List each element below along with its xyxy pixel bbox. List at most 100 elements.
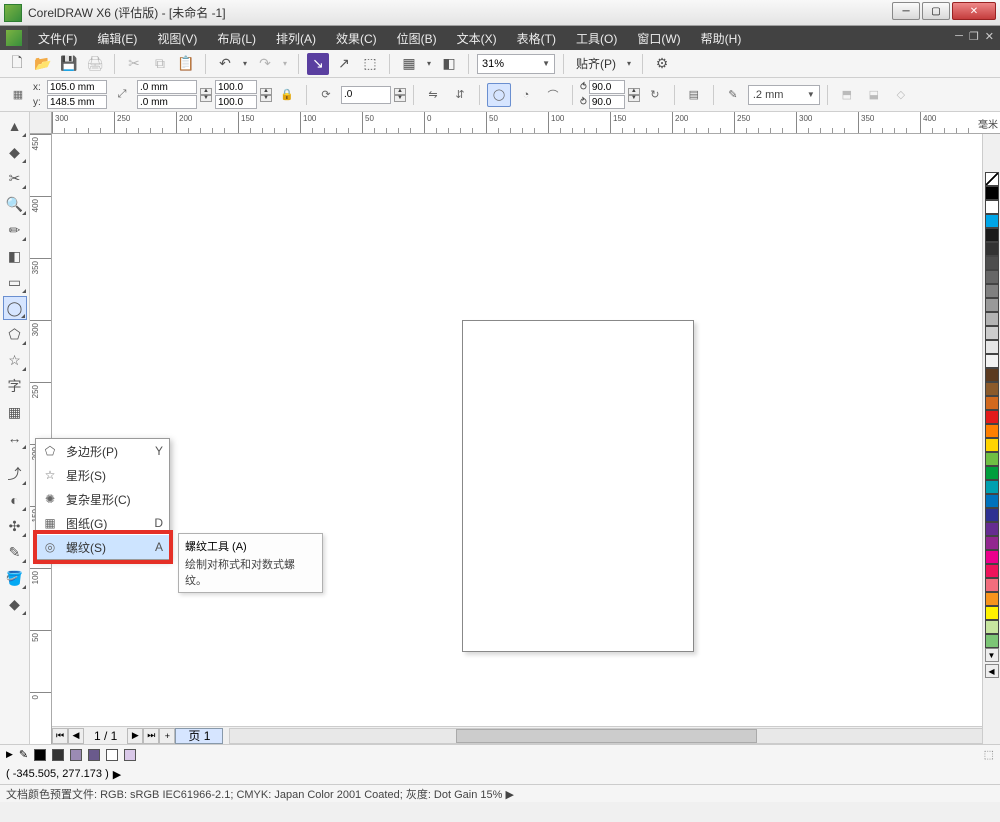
y-input[interactable]	[47, 95, 107, 109]
interactive-fill-tool[interactable]: ◆	[3, 592, 27, 616]
table-tool[interactable]: ▦	[3, 400, 27, 424]
color-swatch[interactable]	[985, 326, 999, 340]
color-swatch[interactable]	[985, 536, 999, 550]
open-button[interactable]: 📂	[32, 53, 54, 75]
add-page-button[interactable]: +	[159, 728, 175, 744]
flyout-complex-star[interactable]: ✺复杂星形(C)	[36, 487, 169, 511]
mirror-h-button[interactable]: ⇋	[421, 83, 445, 107]
export-button[interactable]: ↗	[333, 53, 355, 75]
fill-tool[interactable]: 🪣	[3, 566, 27, 590]
mdi-close[interactable]: ✕	[985, 30, 994, 43]
color-swatch[interactable]	[985, 480, 999, 494]
prev-page-button[interactable]: ◀	[68, 728, 84, 744]
color-swatch[interactable]	[985, 368, 999, 382]
color-swatch[interactable]	[985, 508, 999, 522]
to-back-button[interactable]: ⬓	[862, 83, 886, 107]
copy-button[interactable]: ⧉	[149, 53, 171, 75]
canvas[interactable]	[52, 134, 1000, 722]
menu-help[interactable]: 帮助(H)	[691, 26, 752, 50]
polygon-tool[interactable]: ⬠	[3, 322, 27, 346]
color-swatch[interactable]	[985, 592, 999, 606]
ruler-horizontal[interactable]: 毫米 3002502001501005005010015020025030035…	[52, 112, 1000, 134]
flyout-star[interactable]: ☆星形(S)	[36, 463, 169, 487]
color-swatch[interactable]	[985, 312, 999, 326]
text-tool[interactable]: 字	[3, 374, 27, 398]
edit-icon[interactable]: ✎	[19, 748, 28, 761]
color-swatch[interactable]	[985, 550, 999, 564]
app-menu-icon[interactable]	[0, 26, 28, 50]
menu-table[interactable]: 表格(T)	[507, 26, 566, 50]
flyout-polygon[interactable]: ⬠多边形(P)Y	[36, 439, 169, 463]
lock-ratio-button[interactable]: 🔒	[275, 83, 299, 107]
menu-bitmap[interactable]: 位图(B)	[387, 26, 447, 50]
undo-button[interactable]: ↶	[214, 53, 236, 75]
outline-width-combo[interactable]: .2 mm▼	[748, 85, 820, 105]
menu-effects[interactable]: 效果(C)	[326, 26, 387, 50]
convert-curves-button[interactable]: ◇	[889, 83, 913, 107]
dimension-tool[interactable]: ↔	[3, 426, 27, 450]
menu-text[interactable]: 文本(X)	[447, 26, 507, 50]
ruler-corner[interactable]	[30, 112, 52, 134]
to-front-button[interactable]: ⬒	[835, 83, 859, 107]
new-button[interactable]: 🗋	[6, 53, 28, 75]
app-launcher-dropdown[interactable]: ▾	[424, 53, 434, 75]
undo-dropdown[interactable]: ▾	[240, 53, 250, 75]
arc-button[interactable]: ⌒	[541, 83, 565, 107]
color-swatch[interactable]	[985, 634, 999, 648]
close-button[interactable]: ✕	[952, 2, 996, 20]
pie-button[interactable]: ◔	[514, 83, 538, 107]
maximize-button[interactable]: ▢	[922, 2, 950, 20]
mini-swatch[interactable]	[88, 749, 100, 761]
interactive-tool[interactable]: ◐	[3, 488, 27, 512]
color-swatch[interactable]	[985, 578, 999, 592]
mini-swatch[interactable]	[106, 749, 118, 761]
options-button[interactable]: ⚙	[651, 53, 673, 75]
menu-edit[interactable]: 编辑(E)	[87, 26, 147, 50]
paste-button[interactable]: 📋	[175, 53, 197, 75]
wrap-text-button[interactable]: ▤	[682, 83, 706, 107]
crop-tool[interactable]: ✂	[3, 166, 27, 190]
menu-tools[interactable]: 工具(O)	[566, 26, 627, 50]
color-swatch[interactable]	[985, 214, 999, 228]
mini-swatch[interactable]	[52, 749, 64, 761]
scale-x-input[interactable]	[215, 80, 257, 94]
minimize-button[interactable]: ─	[892, 2, 920, 20]
color-swatch[interactable]	[985, 466, 999, 480]
save-button[interactable]: 💾	[58, 53, 80, 75]
snap-dropdown[interactable]: ▾	[624, 53, 634, 75]
color-swatch[interactable]	[985, 606, 999, 620]
mirror-v-button[interactable]: ⇵	[448, 83, 472, 107]
cut-button[interactable]: ✂	[123, 53, 145, 75]
welcome-button[interactable]: ◧	[438, 53, 460, 75]
outline-pen-icon[interactable]: ✎	[721, 83, 745, 107]
publish-button[interactable]: ⬚	[359, 53, 381, 75]
ellipse-tool[interactable]: ◯	[3, 296, 27, 320]
width-input[interactable]	[137, 80, 197, 94]
first-page-button[interactable]: ⏮	[52, 728, 68, 744]
palette-flyout-button[interactable]: ◀	[985, 664, 999, 678]
x-input[interactable]	[47, 80, 107, 94]
menu-view[interactable]: 视图(V)	[147, 26, 207, 50]
color-swatch[interactable]	[985, 284, 999, 298]
direction-button[interactable]: ↻	[643, 83, 667, 107]
import-button[interactable]: ↘	[307, 53, 329, 75]
color-swatch[interactable]	[985, 620, 999, 634]
color-swatch[interactable]	[985, 256, 999, 270]
color-swatch[interactable]	[985, 410, 999, 424]
next-page-button[interactable]: ▶	[127, 728, 143, 744]
smart-fill-tool[interactable]: ◧	[3, 244, 27, 268]
rotation-input[interactable]	[341, 86, 391, 104]
color-swatch[interactable]	[985, 396, 999, 410]
scrollbar-horizontal[interactable]	[229, 728, 984, 744]
app-launcher[interactable]: ▦	[398, 53, 420, 75]
height-input[interactable]	[137, 95, 197, 109]
shape-tool[interactable]: ◆	[3, 140, 27, 164]
zoom-combo[interactable]: 31%▼	[477, 54, 555, 74]
start-angle[interactable]	[589, 80, 625, 94]
mini-swatch[interactable]	[70, 749, 82, 761]
pick-tool[interactable]: ▲	[3, 114, 27, 138]
color-swatch[interactable]	[985, 340, 999, 354]
menu-arrange[interactable]: 排列(A)	[266, 26, 326, 50]
page[interactable]	[462, 320, 694, 652]
color-swatch[interactable]	[985, 186, 999, 200]
